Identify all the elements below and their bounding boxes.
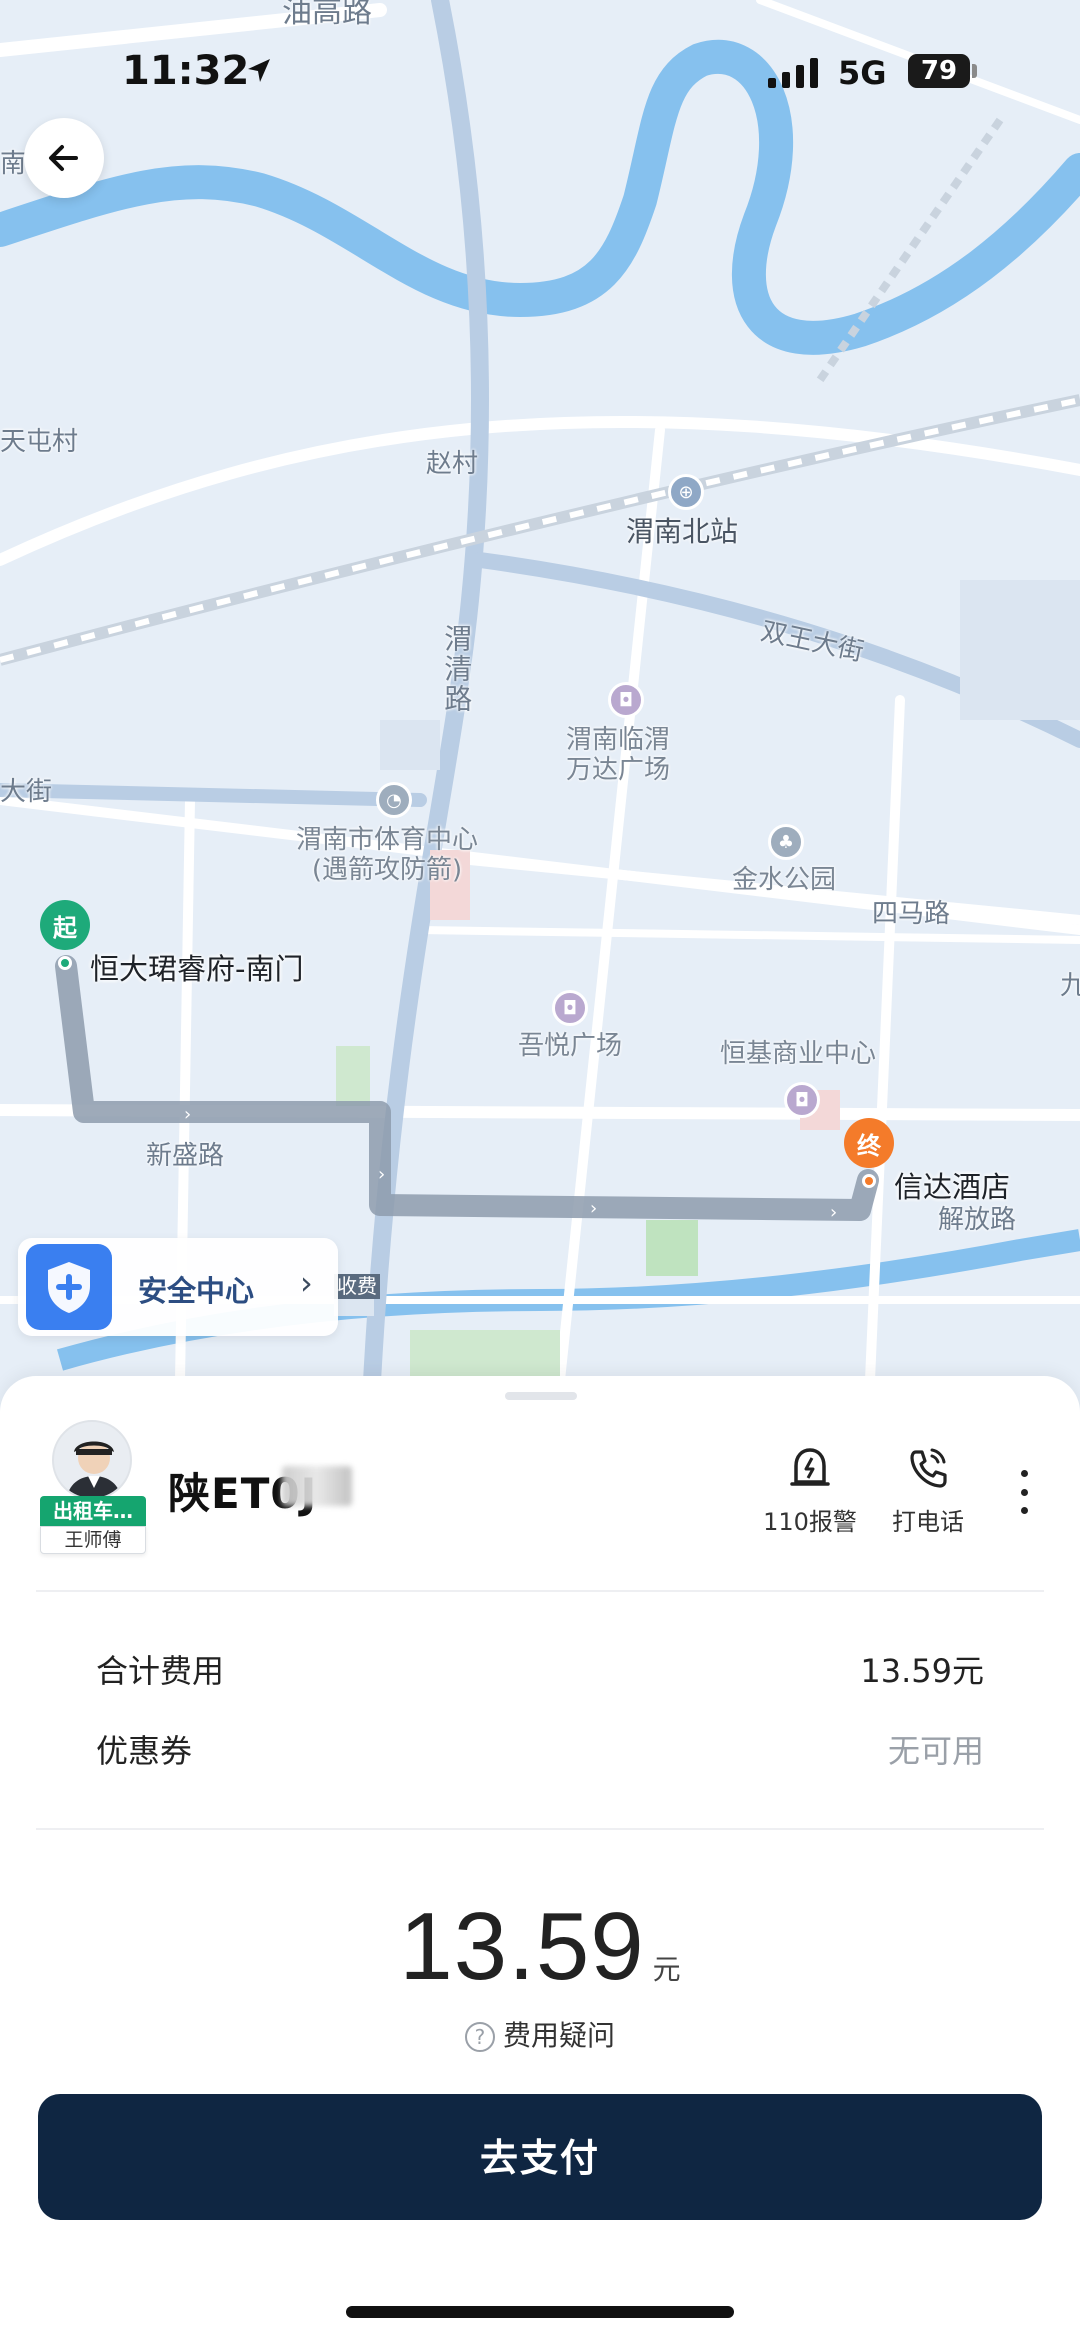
map-label-station: 渭南北站 (626, 515, 739, 548)
train-station-icon: ⊕ (668, 474, 704, 510)
shield-icon (26, 1244, 112, 1330)
park-icon: ♣ (768, 824, 804, 860)
toll-badge: 收费 (334, 1274, 380, 1299)
map-label-poi: 金水公园 (732, 865, 837, 895)
network-type: 5G (838, 54, 887, 92)
map-label-road: 新盛路 (146, 1141, 225, 1171)
sheet-grabber[interactable] (505, 1392, 577, 1400)
alarm-bell-icon (790, 1448, 830, 1486)
payable-amount: 13.59 元 (0, 1892, 1080, 2002)
plate-redaction (282, 1466, 352, 1506)
start-location-label[interactable]: 恒大珺睿府-南门 (90, 946, 303, 988)
map-label-road: 解放路 (938, 1205, 1017, 1235)
pay-button[interactable]: 去支付 (38, 2094, 1042, 2220)
svg-text:›: › (378, 1164, 385, 1185)
map-label-road: 四马路 (872, 899, 951, 929)
shopping-icon: ◘ (608, 682, 644, 718)
more-options-icon[interactable] (1004, 1464, 1044, 1520)
call-button[interactable]: 打电话 (873, 1444, 983, 1537)
police-110-button[interactable]: 110报警 (755, 1444, 865, 1537)
safety-center-button[interactable]: 安全中心 › (18, 1238, 338, 1336)
fee-total-label: 合计费用 (96, 1652, 225, 1690)
map-label-village: 赵村 (426, 449, 479, 479)
map-label-poi: 渭南临渭 万达广场 (566, 725, 671, 785)
map-base: › › › › (0, 0, 1080, 1420)
divider (36, 1828, 1044, 1830)
svg-text:›: › (184, 1104, 191, 1125)
map-label-village: 天屯村 (0, 427, 79, 457)
map-label-place: 九 (1060, 971, 1080, 1001)
map-view[interactable]: › › › › 油高路 赵村 天屯村 南 ⊕ 渭南北站 双王大街 渭清路 ◘ 渭… (0, 0, 1080, 1420)
map-label-road: 大街 (0, 777, 53, 807)
police-110-label: 110报警 (763, 1508, 857, 1536)
shopping-icon: ◘ (552, 990, 588, 1026)
map-label-poi: 吾悦广场 (518, 1031, 623, 1061)
coupon-label: 优惠券 (96, 1732, 193, 1770)
amount-value: 13.59 (399, 1893, 645, 2000)
end-dot (862, 1174, 876, 1188)
question-icon: ? (464, 2022, 495, 2052)
driver-name: 王师傅 (40, 1526, 146, 1554)
map-label-road: 渭清路 (440, 624, 474, 714)
divider (36, 1590, 1044, 1592)
location-arrow-icon (248, 59, 270, 82)
home-indicator[interactable] (346, 2306, 734, 2318)
amount-unit: 元 (652, 1953, 681, 1986)
fee-total-row: 合计费用 13.59元 (96, 1646, 984, 1696)
svg-text:›: › (830, 1202, 837, 1223)
sports-icon: ◔ (376, 782, 412, 818)
shopping-icon: ◘ (784, 1082, 820, 1118)
map-label-place: 南 (0, 149, 27, 179)
coupon-row[interactable]: 优惠券 无可用 (96, 1726, 984, 1776)
phone-icon (910, 1448, 947, 1488)
status-time: 11:32 (122, 48, 250, 94)
fee-total-value: 13.59元 (860, 1652, 984, 1690)
chevron-right-icon: › (300, 1264, 313, 1302)
fee-question-label: 费用疑问 (502, 2019, 615, 2052)
arrow-left-icon (49, 145, 78, 171)
start-dot (58, 956, 72, 970)
bottom-sheet: 出租车… 王师傅 陕ET0J 110报警 打电话 合计费用 13.59元 优惠券… (0, 1376, 1080, 2341)
end-pin[interactable]: 终 (844, 1118, 894, 1168)
fee-question-link[interactable]: ? 费用疑问 (0, 2014, 1080, 2054)
map-label-poi: 渭南市体育中心 (遇箭攻防箭) (296, 825, 479, 885)
driver-card[interactable]: 出租车… 王师傅 (36, 1420, 148, 1554)
coupon-value: 无可用 (887, 1732, 984, 1770)
start-pin[interactable]: 起 (40, 900, 90, 950)
safety-center-label: 安全中心 (138, 1274, 255, 1308)
screen: › › › › 油高路 赵村 天屯村 南 ⊕ 渭南北站 双王大街 渭清路 ◘ 渭… (0, 0, 1080, 2341)
map-label-poi: 恒基商业中心 (720, 1039, 877, 1069)
signal-icon (768, 58, 818, 88)
map-label-road: 油高路 (282, 0, 372, 30)
svg-text:›: › (590, 1198, 597, 1219)
avatar (52, 1420, 132, 1500)
call-label: 打电话 (892, 1508, 964, 1536)
end-location-label[interactable]: 信达酒店 (894, 1164, 1010, 1206)
back-button[interactable] (24, 118, 104, 198)
taxi-badge: 出租车… (40, 1496, 146, 1526)
battery-icon: 79 (908, 54, 970, 88)
battery-tip (972, 64, 977, 78)
